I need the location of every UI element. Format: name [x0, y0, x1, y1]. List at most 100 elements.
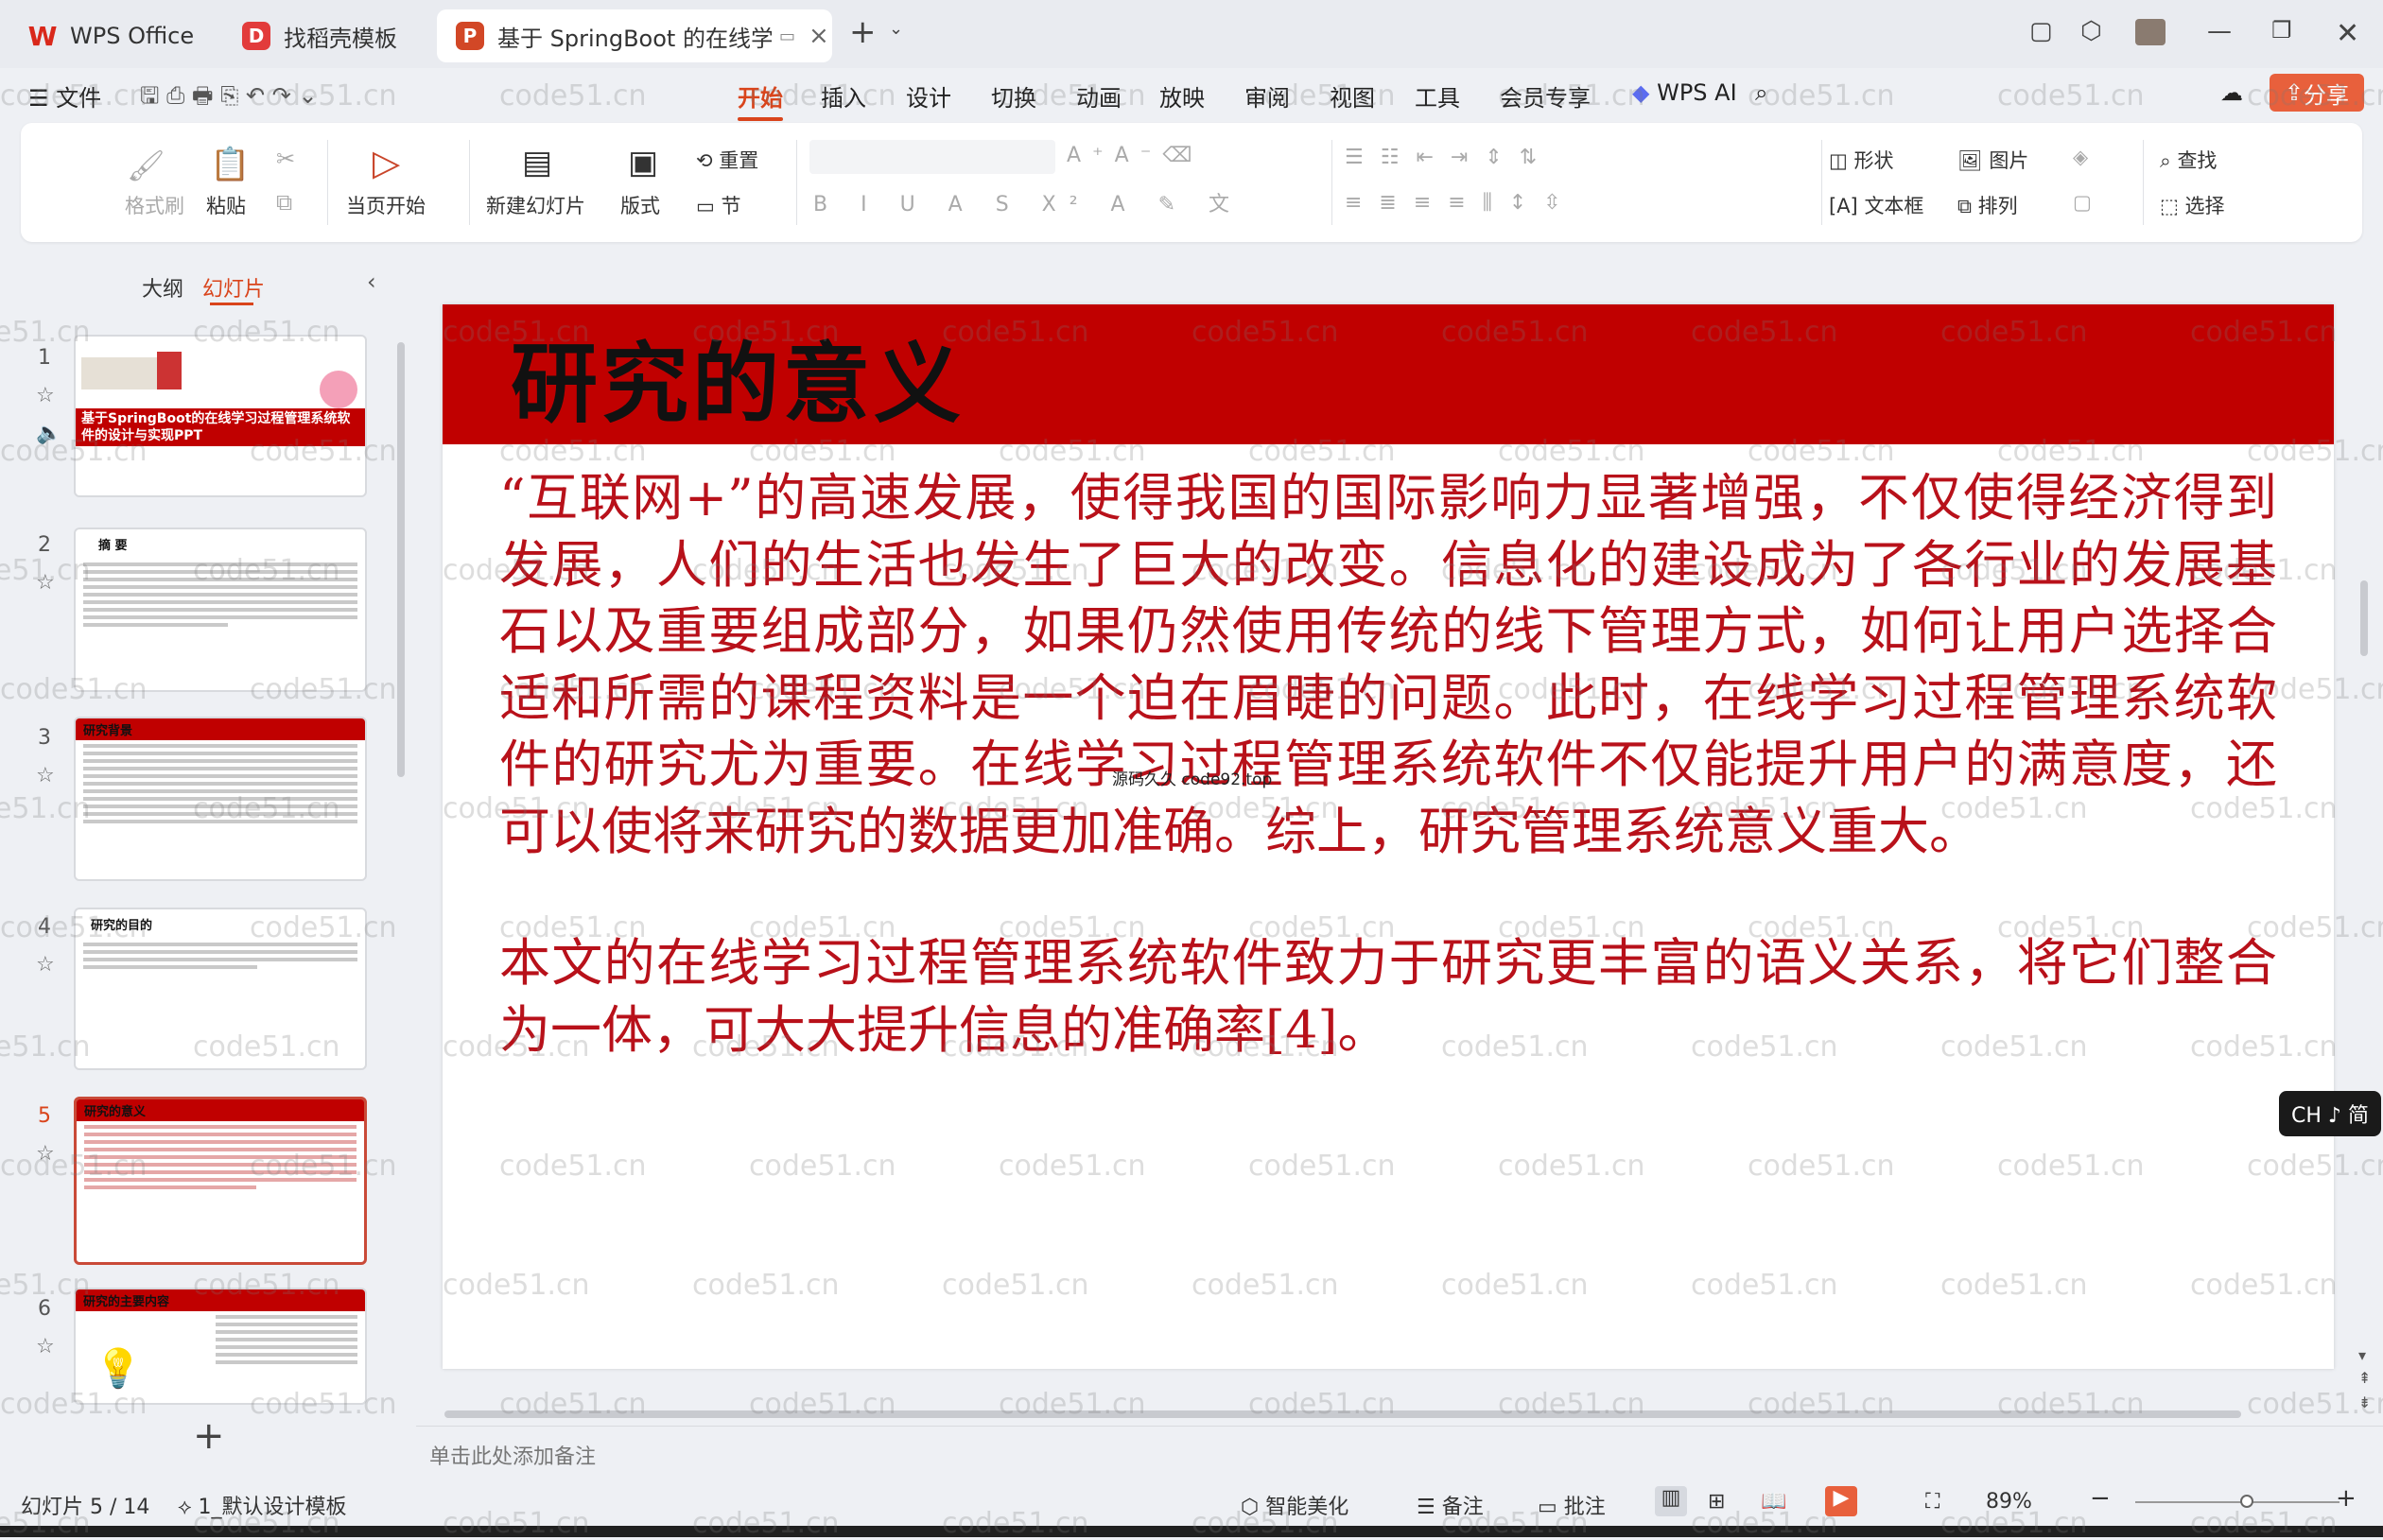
horizontal-scrollbar[interactable]: [444, 1410, 2241, 1418]
menu-design[interactable]: 设计: [906, 79, 951, 112]
file-menu[interactable]: ☰ 文件: [28, 79, 101, 112]
cut-icon[interactable]: ✂: [276, 146, 295, 172]
font-size-icons[interactable]: A⁺A⁻⌫: [1067, 144, 1203, 167]
arrange-button[interactable]: ⧉ 排列: [1957, 191, 2018, 219]
paste-label[interactable]: 粘贴: [206, 191, 246, 219]
menu-insert[interactable]: 插入: [821, 79, 866, 112]
outline-icon[interactable]: ▢: [2073, 191, 2092, 214]
minimize-icon[interactable]: —: [2207, 17, 2232, 45]
font-family-select[interactable]: [809, 140, 1055, 174]
add-slide-icon[interactable]: +: [193, 1414, 225, 1458]
zoom-slider[interactable]: [2135, 1501, 2340, 1503]
copy-icon[interactable]: ⧉: [276, 189, 292, 216]
new-slide-button[interactable]: 新建幻灯片: [486, 191, 585, 219]
star-icon[interactable]: ☆: [36, 384, 55, 407]
reading-view-icon[interactable]: 📖: [1761, 1490, 1786, 1514]
zoom-level[interactable]: 89%: [1986, 1490, 2032, 1514]
slide-thumbnail-1[interactable]: 基于SpringBoot的在线学习过程管理系统软件的设计与实现PPT: [74, 335, 367, 497]
new-slide-icon[interactable]: ▤: [522, 144, 552, 182]
scroll-down-icon[interactable]: ▾: [2358, 1346, 2366, 1364]
audio-icon[interactable]: 🔈: [36, 422, 61, 445]
fill-icon[interactable]: ◈: [2073, 146, 2088, 168]
zoom-slider-knob[interactable]: [2239, 1495, 2253, 1508]
slide-paragraph-1[interactable]: “互联网+”的高速发展，使得我国的国际影响力显著增强，不仅使得经济得到发展，人们…: [499, 465, 2277, 865]
slide-thumbnail-6[interactable]: 研究的主要内容 💡: [74, 1288, 367, 1405]
beautify-button[interactable]: ⬡ 智能美化: [1241, 1490, 1348, 1520]
panel-scrollbar[interactable]: [397, 342, 405, 777]
slide-number: 5: [38, 1104, 51, 1128]
menu-member[interactable]: 会员专享: [1500, 79, 1591, 112]
slides-tab[interactable]: 幻灯片: [202, 272, 265, 303]
fit-window-icon[interactable]: ⛶: [1925, 1490, 1939, 1514]
zoom-in-icon[interactable]: +: [2336, 1484, 2357, 1513]
slide-paragraph-2[interactable]: 本文的在线学习过程管理系统软件致力于研究更丰富的语义关系，将它们整合为一体，可大…: [499, 930, 2277, 1064]
wps-ai-button[interactable]: ◆ WPS AI: [1632, 79, 1737, 106]
slide-thumbnail-3[interactable]: 研究背景: [74, 717, 367, 881]
next-slide-icon[interactable]: ⇟: [2358, 1393, 2371, 1411]
tab-dropdown-icon[interactable]: ⌄: [889, 19, 903, 39]
notes-area[interactable]: 单击此处添加备注: [416, 1426, 2383, 1479]
menu-home[interactable]: 开始: [738, 79, 783, 121]
slide-thumbnail-4[interactable]: 研究的目的: [74, 908, 367, 1070]
sorter-view-icon[interactable]: ⊞: [1708, 1490, 1725, 1514]
notes-button[interactable]: ☰ 备注: [1417, 1490, 1484, 1520]
reset-button[interactable]: ⟲ 重置: [696, 146, 758, 174]
slide-thumbnail-5[interactable]: 研究的意义: [74, 1097, 367, 1265]
quick-access-icons[interactable]: 🖫 ⎙ 🖶 ⎘ ↶ ↷ ⌄: [140, 79, 318, 118]
play-slideshow-icon[interactable]: ▶: [1825, 1486, 1857, 1516]
vertical-scrollbar[interactable]: [2360, 580, 2368, 656]
search-icon[interactable]: ⌕: [1755, 79, 1767, 106]
maximize-icon[interactable]: ❐: [2271, 17, 2292, 43]
outline-tab[interactable]: 大纲: [142, 272, 183, 303]
format-brush-icon[interactable]: 🖌: [127, 147, 165, 183]
star-icon[interactable]: ☆: [36, 1335, 55, 1358]
template-indicator[interactable]: ⟡ 1_默认设计模板: [178, 1490, 347, 1520]
cloud-icon[interactable]: ☁: [2220, 79, 2243, 106]
prev-slide-icon[interactable]: ⇞: [2358, 1369, 2371, 1387]
share-button[interactable]: ⇪ 分享: [2270, 74, 2364, 112]
tab-document[interactable]: P 基于 SpringBoot 的在线学习过 ▭ ×: [437, 9, 832, 62]
window-layout-icon[interactable]: ▢: [2029, 17, 2053, 45]
tab-template[interactable]: D 找稻壳模板: [223, 9, 431, 62]
ribbon-separator: [796, 140, 797, 225]
tab-label: WPS Office: [70, 23, 195, 49]
play-icon[interactable]: ▷: [373, 142, 400, 183]
star-icon[interactable]: ☆: [36, 1142, 55, 1166]
menu-slideshow[interactable]: 放映: [1159, 79, 1205, 112]
zoom-out-icon[interactable]: −: [2090, 1484, 2111, 1513]
paste-icon[interactable]: 📋: [210, 146, 250, 183]
star-icon[interactable]: ☆: [36, 953, 55, 977]
menu-view[interactable]: 视图: [1330, 79, 1375, 112]
align-icons[interactable]: ≡≣≡≡⫼↕⇳: [1345, 191, 1578, 215]
slide-thumbnail-2[interactable]: 摘 要: [74, 528, 367, 692]
menu-review[interactable]: 审阅: [1244, 79, 1290, 112]
ime-indicator[interactable]: CH ♪ 简: [2279, 1091, 2381, 1136]
find-button[interactable]: ⌕ 查找: [2160, 146, 2217, 174]
star-icon[interactable]: ☆: [36, 764, 55, 787]
shape-button[interactable]: ◫ 形状: [1829, 146, 1894, 174]
cube-icon[interactable]: ⬡: [2080, 17, 2102, 45]
textbox-button[interactable]: [A] 文本框: [1829, 191, 1923, 219]
slide-title[interactable]: 研究的意义: [511, 314, 965, 440]
collapse-panel-icon[interactable]: ‹: [367, 268, 376, 295]
close-tab-icon[interactable]: ×: [809, 22, 829, 50]
new-tab-icon[interactable]: +: [849, 13, 877, 51]
select-button[interactable]: ⬚ 选择: [2160, 191, 2225, 219]
layout-button[interactable]: 版式: [620, 191, 660, 219]
avatar[interactable]: [2135, 19, 2166, 45]
comments-button[interactable]: ▭ 批注: [1538, 1490, 1606, 1520]
close-window-icon[interactable]: ✕: [2336, 17, 2359, 50]
normal-view-icon[interactable]: ▥: [1655, 1486, 1687, 1516]
tab-wps-office[interactable]: W WPS Office: [9, 9, 217, 62]
menu-tools[interactable]: 工具: [1415, 79, 1460, 112]
slide[interactable]: 研究的意义 “互联网+”的高速发展，使得我国的国际影响力显著增强，不仅使得经济得…: [443, 304, 2334, 1369]
menu-animation[interactable]: 动画: [1076, 79, 1122, 112]
from-current-button[interactable]: 当页开始: [346, 191, 426, 219]
menu-transition[interactable]: 切换: [991, 79, 1036, 112]
section-button[interactable]: ▭ 节: [696, 191, 741, 219]
layout-icon[interactable]: ▣: [628, 144, 658, 182]
font-style-icons[interactable]: B I U A S X² A ✎ 文: [813, 187, 1243, 217]
picture-button[interactable]: 🖼 图片: [1957, 146, 2028, 174]
star-icon[interactable]: ☆: [36, 571, 55, 595]
list-indent-icons[interactable]: ☰☷⇤⇥⇕⇅: [1345, 146, 1554, 169]
